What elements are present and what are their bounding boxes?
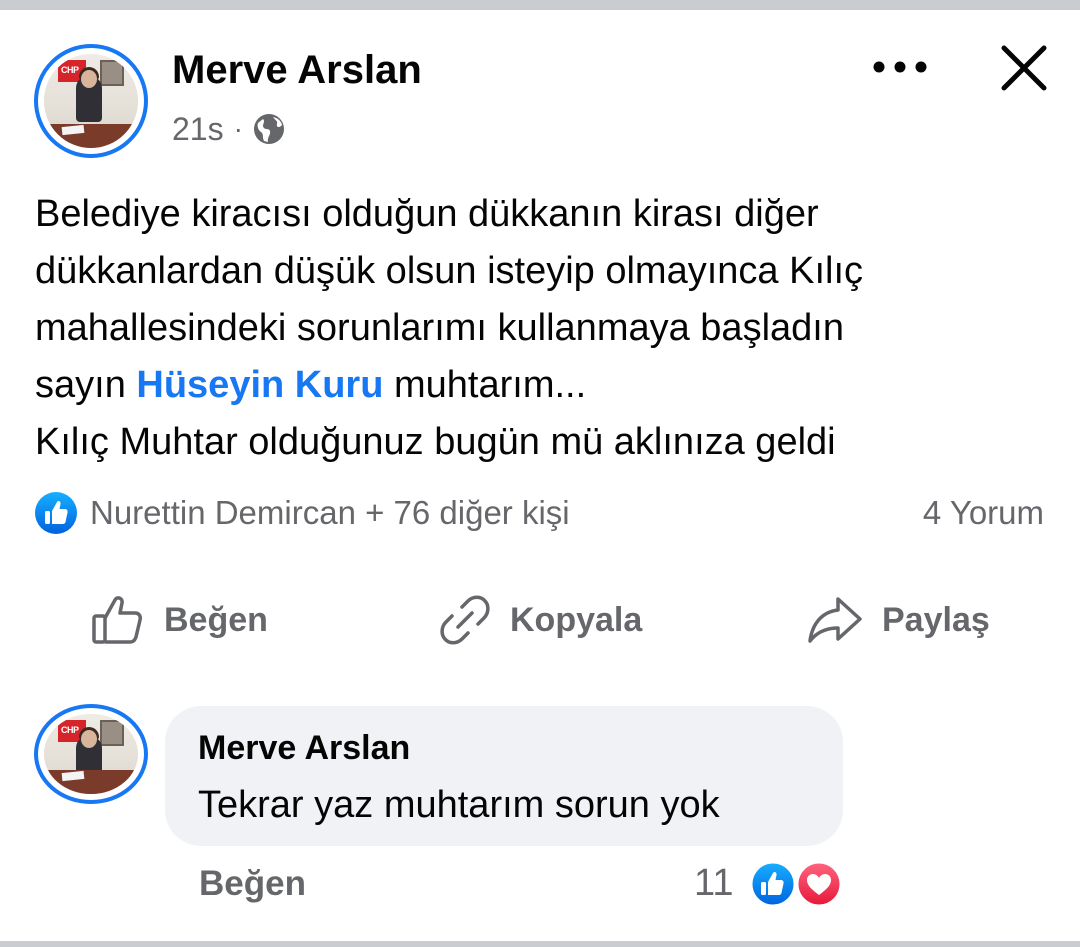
post-text-line: Kılıç Muhtar olduğunuz bugün mü aklınıza… — [35, 421, 836, 463]
post-text: Belediye kiracısı olduğun dükkanın kiras… — [35, 186, 1065, 471]
post-timestamp[interactable]: 21s — [172, 111, 224, 148]
share-button[interactable]: Paylaş — [806, 590, 990, 650]
comment-like-button[interactable]: Beğen — [199, 862, 306, 906]
meta-separator: · — [233, 113, 243, 144]
mention-suffix: muhtarım... — [383, 364, 587, 406]
mention-link[interactable]: Hüseyin Kuru — [136, 364, 383, 406]
copy-link-button[interactable]: Kopyala — [438, 590, 642, 650]
comment-text: Tekrar yaz muhtarım sorun yok — [198, 784, 720, 826]
more-options-button[interactable] — [868, 48, 932, 86]
post-text-line: mahallesindeki sorunlarımı kullanmaya ba… — [35, 307, 844, 349]
more-icon — [873, 61, 927, 73]
bottom-divider — [0, 941, 1080, 947]
comment-bubble[interactable]: Merve Arslan Tekrar yaz muhtarım sorun y… — [165, 706, 843, 846]
author-avatar[interactable]: CHP — [34, 44, 148, 158]
post-text-line: sayın Hüseyin Kuru muhtarım... — [35, 357, 1065, 414]
post-text-line: dükkanlardan düşük olsun isteyip olmayın… — [35, 250, 864, 292]
share-icon — [808, 597, 862, 643]
close-button[interactable] — [994, 38, 1054, 98]
post-text-line: Belediye kiracısı olduğun dükkanın kiras… — [35, 193, 819, 235]
like-button-label: Beğen — [164, 600, 268, 639]
reactions-summary[interactable]: Nurettin Demircan + 76 diğer kişi — [34, 490, 570, 536]
comment-reaction-count[interactable]: 11 — [694, 860, 733, 906]
top-divider — [0, 0, 1080, 10]
like-reaction-icon — [35, 492, 77, 534]
comment-author-name[interactable]: Merve Arslan — [198, 728, 410, 768]
comment-author-avatar[interactable]: CHP — [34, 704, 148, 804]
comment-count-link[interactable]: 4 Yorum — [923, 490, 1044, 536]
reactions-text: Nurettin Demircan + 76 diğer kişi — [90, 494, 570, 531]
like-button[interactable]: Beğen — [90, 590, 268, 650]
link-icon — [440, 595, 490, 645]
thumbs-up-icon — [92, 596, 142, 644]
copy-button-label: Kopyala — [510, 600, 643, 639]
close-icon — [1001, 45, 1047, 91]
post-meta: 21s · — [172, 110, 285, 148]
share-button-label: Paylaş — [882, 600, 990, 639]
globe-icon — [253, 114, 284, 144]
post-author-name[interactable]: Merve Arslan — [172, 46, 422, 94]
like-reaction-icon — [749, 860, 797, 908]
love-reaction-icon — [795, 860, 843, 908]
mention-prefix: sayın — [35, 364, 137, 406]
